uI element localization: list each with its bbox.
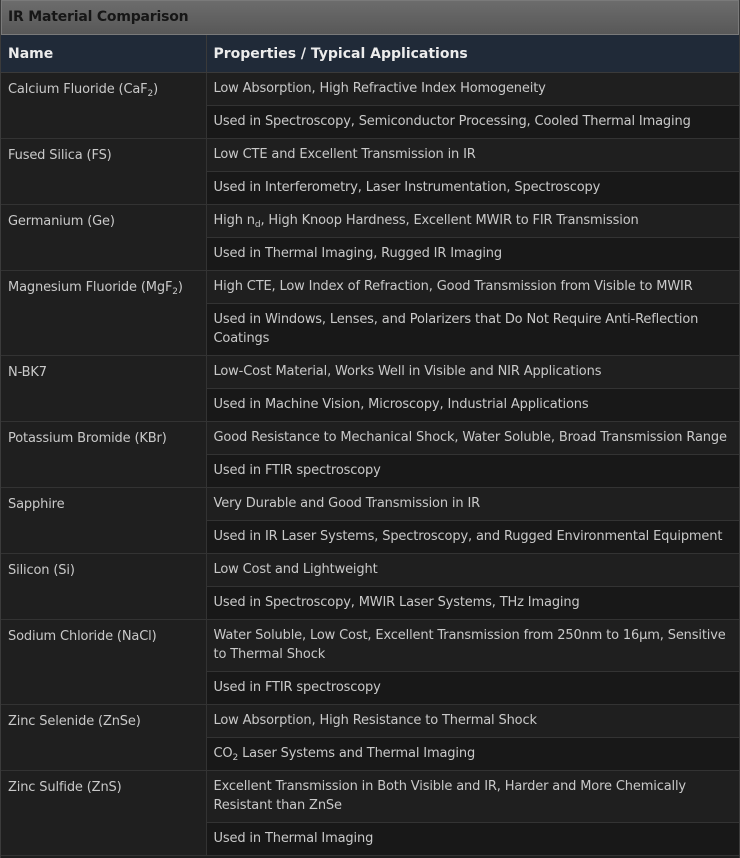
material-row-properties: Potassium Bromide (KBr) Good Resistance t… [1,421,739,488]
material-properties: Good Resistance to Mechanical Shock, Wat… [206,421,739,455]
material-name-text-pre: Zinc Selenide (ZnSe) [8,714,141,729]
material-properties: Low Cost and Lightweight [206,553,739,587]
material-properties-text-pre: Water Soluble, Low Cost, Excellent Trans… [213,628,726,662]
material-properties-text-pre: Good Resistance to Mechanical Shock, Wat… [213,430,727,445]
material-name: Magnesium Fluoride (MgF2) [1,270,207,356]
material-name: Zinc Selenide (ZnSe) [1,704,207,771]
material-applications-text-pre: Used in Interferometry, Laser Instrument… [213,180,601,195]
material-applications: Used in Machine Vision, Microscopy, Indu… [206,388,739,422]
material-applications-text-pre: Used in IR Laser Systems, Spectroscopy, … [213,529,723,544]
material-applications: Used in Thermal Imaging [206,822,739,856]
material-name: Silicon (Si) [1,553,207,620]
material-row-properties: Fused Silica (FS) Low CTE and Excellent T… [1,138,739,205]
material-properties-text-pre: Low Absorption, High Resistance to Therm… [213,713,537,728]
material-name: Sodium Chloride (NaCl) [1,619,207,705]
material-properties: Low Absorption, High Resistance to Therm… [206,704,739,738]
material-applications-text-pre: CO [213,746,233,761]
material-applications: CO2 Laser Systems and Thermal Imaging [206,737,739,771]
material-name: Sapphire [1,487,207,554]
material-row-properties: Magnesium Fluoride (MgF2) High CTE, Low I… [1,270,739,356]
material-applications: Used in Interferometry, Laser Instrument… [206,171,739,205]
material-row-properties: Sapphire Very Durable and Good Transmissi… [1,487,739,554]
material-properties-text-pre: Very Durable and Good Transmission in IR [213,496,481,511]
material-name-text-pre: Calcium Fluoride (CaF [8,82,148,97]
material-row-properties: Calcium Fluoride (CaF2) Low Absorption, H… [1,72,739,139]
material-name: Calcium Fluoride (CaF2) [1,72,207,139]
material-applications-text-pre: Used in FTIR spectroscopy [213,463,381,478]
material-properties-text-pre: Excellent Transmission in Both Visible a… [213,779,687,813]
material-applications-text-pre: Used in Spectroscopy, Semiconductor Proc… [213,114,691,129]
material-name-text-pre: Sodium Chloride (NaCl) [8,629,157,644]
material-applications-text-post: Laser Systems and Thermal Imaging [238,746,476,761]
material-properties: Excellent Transmission in Both Visible a… [206,770,739,823]
material-row-properties: Germanium (Ge) High nd, High Knoop Hardne… [1,204,739,271]
material-applications: Used in Spectroscopy, MWIR Laser Systems… [206,586,739,620]
material-properties: Low Absorption, High Refractive Index Ho… [206,72,739,106]
material-properties: Water Soluble, Low Cost, Excellent Trans… [206,619,739,672]
material-properties: Low-Cost Material, Works Well in Visible… [206,355,739,389]
material-name: Potassium Bromide (KBr) [1,421,207,488]
material-name: Fused Silica (FS) [1,138,207,205]
material-properties-text-post: , High Knoop Hardness, Excellent MWIR to… [260,213,639,228]
material-properties-text-pre: Low Absorption, High Refractive Index Ho… [213,81,546,96]
material-name-text-pre: Zinc Sulfide (ZnS) [8,780,122,795]
material-name-text-pre: Sapphire [8,497,65,512]
ir-material-comparison-panel: IR Material Comparison Name Properties /… [0,0,740,858]
table-caption: IR Material Comparison [1,0,739,35]
material-row-properties: Zinc Selenide (ZnSe) Low Absorption, High… [1,704,739,771]
table-body: Calcium Fluoride (CaF2) Low Absorption, H… [1,72,739,856]
material-applications-text-pre: Used in Spectroscopy, MWIR Laser Systems… [213,595,580,610]
material-name-text-pre: Magnesium Fluoride (MgF [8,280,173,295]
material-name-text-pre: Fused Silica (FS) [8,148,112,163]
material-name: Zinc Sulfide (ZnS) [1,770,207,856]
material-properties: Very Durable and Good Transmission in IR [206,487,739,521]
material-name-text-post: ) [153,82,159,97]
material-row-properties: Silicon (Si) Low Cost and Lightweight [1,553,739,620]
material-applications: Used in Windows, Lenses, and Polarizers … [206,303,739,356]
material-properties-text-pre: Low Cost and Lightweight [213,562,378,577]
material-properties: Low CTE and Excellent Transmission in IR [206,138,739,172]
material-row-properties: Sodium Chloride (NaCl) Water Soluble, Low… [1,619,739,705]
header-row: Name Properties / Typical Applications [1,35,739,73]
material-applications: Used in IR Laser Systems, Spectroscopy, … [206,520,739,554]
header-name: Name [1,35,207,73]
material-row-properties: N-BK7 Low-Cost Material, Works Well in Vi… [1,355,739,422]
material-properties-text-pre: Low-Cost Material, Works Well in Visible… [213,364,602,379]
material-properties-text-pre: Low CTE and Excellent Transmission in IR [213,147,476,162]
material-comparison-table: Name Properties / Typical Applications C… [1,35,739,856]
material-properties-text-pre: High n [213,213,256,228]
material-properties-text-pre: High CTE, Low Index of Refraction, Good … [213,279,693,294]
material-properties: High CTE, Low Index of Refraction, Good … [206,270,739,304]
material-applications-text-pre: Used in Thermal Imaging [213,831,374,846]
material-name: N-BK7 [1,355,207,422]
material-name-text-pre: Germanium (Ge) [8,214,115,229]
material-applications: Used in FTIR spectroscopy [206,454,739,488]
material-applications: Used in FTIR spectroscopy [206,671,739,705]
material-name-text-pre: Potassium Bromide (KBr) [8,431,167,446]
material-name-text-pre: N-BK7 [8,365,47,380]
material-name-text-pre: Silicon (Si) [8,563,75,578]
material-applications-text-pre: Used in Thermal Imaging, Rugged IR Imagi… [213,246,503,261]
material-applications-text-pre: Used in FTIR spectroscopy [213,680,381,695]
material-name-text-post: ) [177,280,183,295]
material-applications-text-pre: Used in Windows, Lenses, and Polarizers … [213,312,699,346]
header-properties: Properties / Typical Applications [206,35,739,73]
material-applications: Used in Spectroscopy, Semiconductor Proc… [206,105,739,139]
material-name: Germanium (Ge) [1,204,207,271]
material-applications-text-pre: Used in Machine Vision, Microscopy, Indu… [213,397,589,412]
material-row-properties: Zinc Sulfide (ZnS) Excellent Transmission… [1,770,739,856]
material-properties: High nd, High Knoop Hardness, Excellent … [206,204,739,238]
material-applications: Used in Thermal Imaging, Rugged IR Imagi… [206,237,739,271]
